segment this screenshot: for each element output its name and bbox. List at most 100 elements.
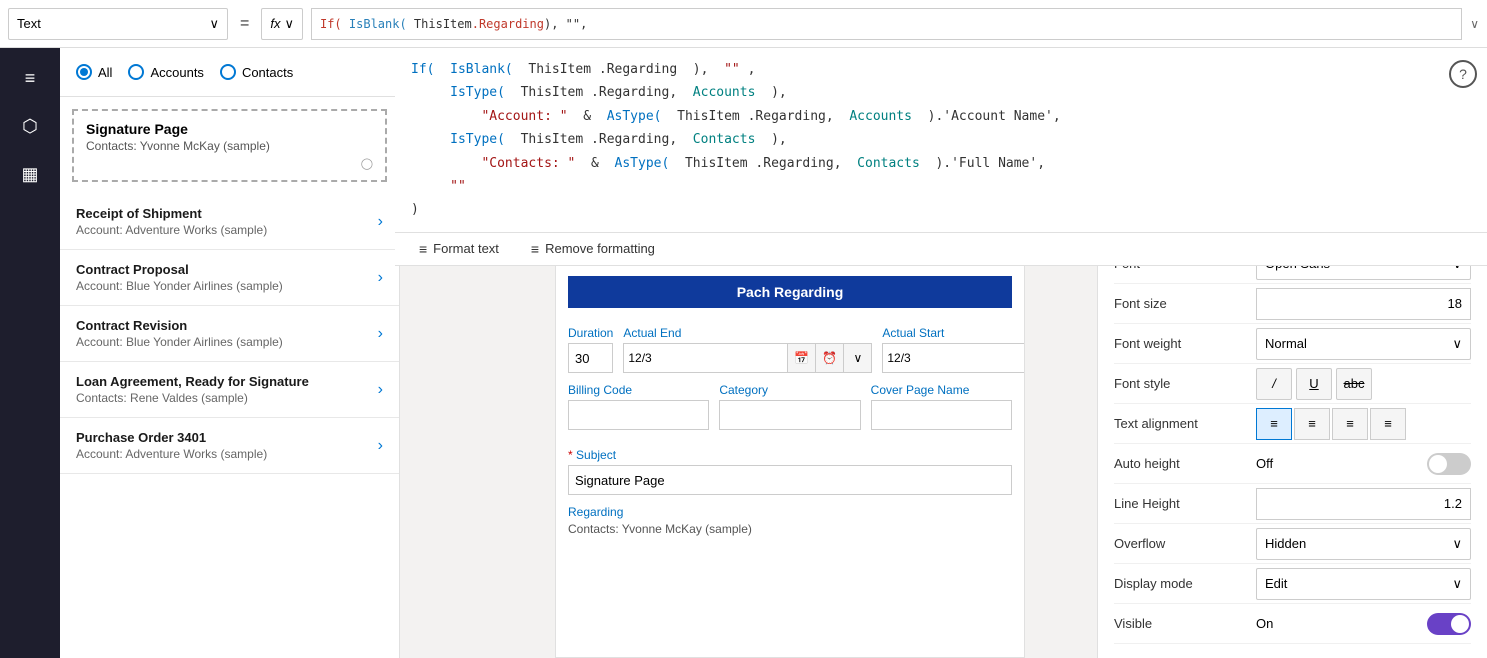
main-form: Yvonne McKay (sample) ∨ Pach Regarding D… — [555, 228, 1025, 658]
clock-icon[interactable]: ⏰ — [815, 344, 843, 372]
list-item[interactable]: Receipt of Shipment Account: Adventure W… — [60, 194, 399, 250]
auto-height-row: Auto height Off — [1114, 444, 1471, 484]
calendar-icon[interactable]: 📅 — [787, 344, 815, 372]
resize-handle[interactable]: ◯ — [86, 157, 373, 170]
duration-field: Duration — [568, 326, 613, 373]
chevron-right-icon: › — [378, 437, 383, 455]
cover-page-field: Cover Page Name — [871, 383, 1012, 430]
radio-all-circle — [76, 64, 92, 80]
font-style-label: Font style — [1114, 376, 1244, 391]
format-toolbar: ≡ Format text ≡ Remove formatting — [395, 232, 1487, 265]
down-icon[interactable]: ∨ — [843, 344, 871, 372]
formula-code[interactable]: If( IsBlank( ThisItem .Regarding ), "" ,… — [395, 48, 1487, 232]
list-item[interactable]: Loan Agreement, Ready for Signature Cont… — [60, 362, 399, 418]
fx-button[interactable]: fx ∨ — [261, 8, 303, 40]
text-type-label: Text — [17, 16, 41, 31]
signature-page-box[interactable]: Signature Page Contacts: Yvonne McKay (s… — [72, 109, 387, 182]
strikethrough-button[interactable]: abc — [1336, 368, 1372, 400]
list-item[interactable]: Contract Revision Account: Blue Yonder A… — [60, 306, 399, 362]
font-weight-select[interactable]: Normal ∨ — [1256, 328, 1471, 360]
text-type-select[interactable]: Text ∨ — [8, 8, 228, 40]
chevron-down-icon: ∨ — [1452, 536, 1462, 552]
font-size-input[interactable] — [1256, 288, 1471, 320]
auto-height-toggle-row: Off — [1256, 453, 1471, 475]
top-bar: Text ∨ = fx ∨ If( IsBlank( ThisItem .Reg… — [0, 0, 1487, 48]
sidebar-icon-shapes[interactable]: ⬡ — [8, 104, 52, 148]
list-item-sub: Account: Blue Yonder Airlines (sample) — [76, 279, 283, 293]
fx-chevron-icon: ∨ — [284, 16, 294, 32]
remove-formatting-button[interactable]: ≡ Remove formatting — [519, 237, 667, 261]
auto-height-toggle[interactable] — [1427, 453, 1471, 475]
italic-button[interactable]: / — [1256, 368, 1292, 400]
actual-end-input[interactable] — [624, 344, 787, 372]
duration-label: Duration — [568, 326, 613, 340]
display-mode-row: Display mode Edit ∨ — [1114, 564, 1471, 604]
font-style-row: Font style / U abc — [1114, 364, 1471, 404]
sidebar-icon-dashboard[interactable]: ▦ — [8, 152, 52, 196]
visible-value: On — [1256, 613, 1471, 635]
visible-on-label: On — [1256, 616, 1273, 631]
display-mode-value: Edit ∨ — [1256, 568, 1471, 600]
formula-bar[interactable]: If( IsBlank( ThisItem .Regarding ), "", — [311, 8, 1462, 40]
alignment-buttons: ≡ ≡ ≡ ≡ — [1256, 408, 1471, 440]
chevron-right-icon: › — [378, 269, 383, 287]
text-alignment-value: ≡ ≡ ≡ ≡ — [1256, 408, 1471, 440]
radio-contacts[interactable]: Contacts — [220, 64, 293, 80]
signature-sub: Contacts: Yvonne McKay (sample) — [86, 139, 373, 153]
list-item-sub: Contacts: Rene Valdes (sample) — [76, 391, 309, 405]
category-field: Category — [719, 383, 860, 430]
toggle-knob — [1429, 455, 1447, 473]
pach-regarding-button[interactable]: Pach Regarding — [568, 276, 1012, 308]
duration-input[interactable] — [568, 343, 613, 373]
align-center-button[interactable]: ≡ — [1294, 408, 1330, 440]
list-item-sub: Account: Blue Yonder Airlines (sample) — [76, 335, 283, 349]
toggle-knob-visible — [1451, 615, 1469, 633]
line-height-input[interactable] — [1256, 488, 1471, 520]
list-item[interactable]: Purchase Order 3401 Account: Adventure W… — [60, 418, 399, 474]
formula-bar-expand[interactable]: ∨ — [1470, 17, 1479, 31]
category-input[interactable] — [719, 400, 860, 430]
help-icon[interactable]: ? — [1449, 60, 1477, 88]
cover-page-input[interactable] — [871, 400, 1012, 430]
font-style-btns: / U abc — [1256, 368, 1471, 400]
left-sidebar: ≡ ⬡ ▦ — [0, 48, 60, 658]
overflow-select[interactable]: Hidden ∨ — [1256, 528, 1471, 560]
actual-start-date[interactable]: 📅 ⏰ ∨ — [882, 343, 1025, 373]
actual-end-field: Actual End 📅 ⏰ ∨ — [623, 326, 872, 373]
subject-input[interactable] — [568, 465, 1012, 495]
actual-end-label: Actual End — [623, 326, 872, 340]
remove-formatting-label: Remove formatting — [545, 241, 655, 256]
align-right-button[interactable]: ≡ — [1332, 408, 1368, 440]
list-header: All Accounts Contacts — [60, 48, 399, 97]
align-justify-button[interactable]: ≡ — [1370, 408, 1406, 440]
chevron-down-icon: ∨ — [1452, 336, 1462, 352]
underline-button[interactable]: U — [1296, 368, 1332, 400]
font-weight-label: Font weight — [1114, 336, 1244, 351]
list-item[interactable]: Contract Proposal Account: Blue Yonder A… — [60, 250, 399, 306]
align-left-button[interactable]: ≡ — [1256, 408, 1292, 440]
radio-accounts[interactable]: Accounts — [128, 64, 203, 80]
line-height-row: Line Height — [1114, 484, 1471, 524]
display-mode-select[interactable]: Edit ∨ — [1256, 568, 1471, 600]
form-fields: Duration Actual End 📅 ⏰ ∨ Actual Start 📅… — [556, 318, 1024, 448]
list-item-title: Contract Revision — [76, 318, 283, 333]
chevron-right-icon: › — [378, 213, 383, 231]
category-label: Category — [719, 383, 860, 397]
font-size-value — [1256, 288, 1471, 320]
equals-symbol: = — [236, 15, 253, 33]
format-text-button[interactable]: ≡ Format text — [407, 237, 511, 261]
radio-contacts-label: Contacts — [242, 65, 293, 80]
list-item-title: Receipt of Shipment — [76, 206, 267, 221]
chevron-down-icon: ∨ — [209, 16, 219, 32]
list-item-sub: Account: Adventure Works (sample) — [76, 223, 267, 237]
radio-all[interactable]: All — [76, 64, 112, 80]
radio-accounts-label: Accounts — [150, 65, 203, 80]
billing-code-input[interactable] — [568, 400, 709, 430]
font-size-label: Font size — [1114, 296, 1244, 311]
billing-code-field: Billing Code — [568, 383, 709, 430]
sidebar-icon-menu[interactable]: ≡ — [8, 56, 52, 100]
actual-end-date[interactable]: 📅 ⏰ ∨ — [623, 343, 872, 373]
visible-toggle[interactable] — [1427, 613, 1471, 635]
actual-start-input[interactable] — [883, 344, 1025, 372]
properties-panel: Font Open Sans ∨ Font size Font weight N… — [1097, 228, 1487, 658]
